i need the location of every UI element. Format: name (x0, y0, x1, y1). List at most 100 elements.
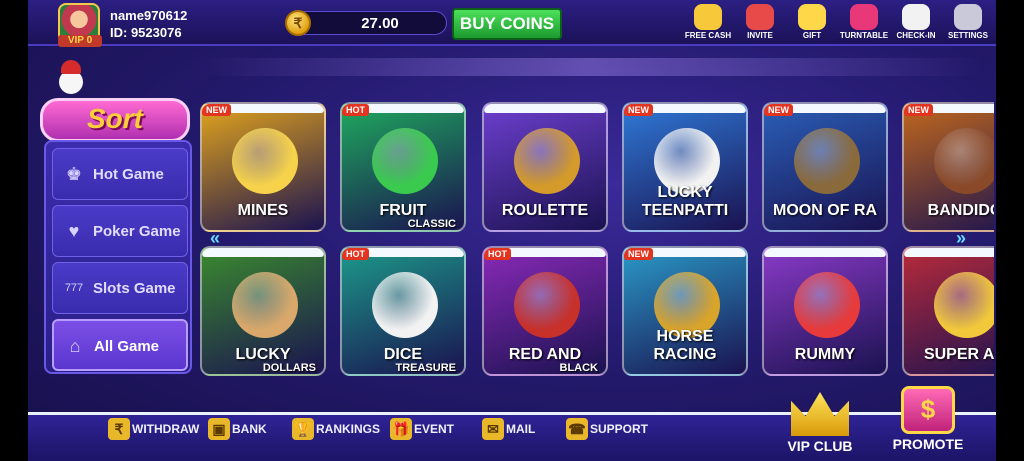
top-icon-label: FREE CASH (684, 31, 732, 40)
sort-item-slots-game[interactable]: 777 Slots Game (52, 262, 188, 314)
top-icon-label: SETTINGS (947, 31, 988, 40)
game-card-bandido[interactable]: NEW BANDIDO (902, 102, 994, 232)
game-name: HORSE RACING (653, 328, 717, 363)
game-subtitle: TREASURE (395, 362, 456, 374)
sort-item-label: Poker Game (93, 223, 181, 240)
top-icon-turntable[interactable]: TURNTABLE (838, 2, 890, 44)
snow-cap (202, 248, 324, 257)
game-name: MINES (237, 202, 289, 219)
scroll-right-icon[interactable]: » (956, 228, 966, 249)
balance-value: 27.00 (361, 15, 399, 32)
game-art-icon (934, 272, 994, 338)
game-name: MOON OF RA (773, 202, 877, 219)
sort-item-all-game[interactable]: ⌂ All Game (52, 319, 188, 371)
all-game-icon: ⌂ (69, 336, 81, 356)
support-icon: ☎ (566, 418, 588, 440)
sort-title: Sort (40, 98, 190, 142)
scroll-left-icon[interactable]: « (210, 228, 220, 249)
game-subtitle: CLASSIC (407, 218, 456, 230)
game-tag-badge: NEW (764, 104, 793, 116)
top-icons: FREE CASH INVITE GIFT TURNTABLE CHECK-IN SETT… (682, 2, 994, 44)
buy-coins-button[interactable]: BUY COINS (452, 8, 562, 40)
top-icon-settings[interactable]: SETTINGS (942, 2, 994, 44)
sort-item-label: All Game (94, 338, 160, 355)
game-card-moon-of-ra[interactable]: NEW MOON OF RA (762, 102, 888, 232)
username: name970612 (110, 8, 188, 23)
game-art-icon (372, 272, 438, 338)
game-art-icon (372, 128, 438, 194)
game-art-icon (232, 128, 298, 194)
game-card-lucky-teenpatti[interactable]: NEW LUCKY TEENPATTI (622, 102, 748, 232)
game-name: RUMMY (794, 346, 856, 363)
snowman-icon (55, 60, 87, 96)
event-icon: 🎁 (390, 418, 412, 440)
sort-item-hot-game[interactable]: ♚ Hot Game (52, 148, 188, 200)
hot-game-icon: ♚ (65, 164, 83, 184)
game-subtitle: DOLLARS (262, 362, 316, 374)
bottom-nav-bank[interactable]: ▣ BANK (208, 418, 267, 458)
top-icon-free-cash[interactable]: FREE CASH (682, 2, 734, 44)
game-tag-badge: HOT (342, 248, 369, 260)
top-icon-check-in[interactable]: CHECK-IN (890, 2, 942, 44)
top-icon-label: CHECK-IN (896, 31, 936, 40)
game-card-mines[interactable]: NEW MINES (200, 102, 326, 232)
game-tag-badge: HOT (484, 248, 511, 260)
game-card-super-ac[interactable]: SUPER AC (902, 246, 994, 376)
game-name: ROULETTE (501, 202, 589, 219)
bottom-nav-support[interactable]: ☎ SUPPORT (566, 418, 648, 458)
bank-icon: ▣ (208, 418, 230, 440)
sort-item-label: Hot Game (93, 166, 164, 183)
left-border (0, 0, 28, 461)
game-art-icon (934, 128, 994, 194)
game-name: SUPER AC (923, 346, 994, 363)
bottom-nav-label: BANK (232, 422, 267, 436)
settings-icon (954, 4, 982, 30)
vip-club-label: VIP CLUB (787, 438, 853, 454)
game-card-horse-racing[interactable]: NEW HORSE RACING (622, 246, 748, 376)
sort-item-label: Slots Game (93, 280, 176, 297)
vip-badge: VIP 0 (58, 35, 102, 47)
snow-cap (764, 248, 886, 257)
bottom-nav-mail[interactable]: ✉ MAIL (482, 418, 535, 458)
game-art-icon (514, 272, 580, 338)
game-card-dice[interactable]: HOT DICE TREASURE (340, 246, 466, 376)
bottom-nav-label: WITHDRAW (132, 422, 200, 436)
game-tag-badge: NEW (624, 248, 653, 260)
top-icon-invite[interactable]: INVITE (734, 2, 786, 44)
bottom-nav-label: MAIL (506, 422, 536, 436)
user-id: ID: 9523076 (110, 25, 182, 40)
free-cash-icon (694, 4, 722, 30)
bottom-nav-withdraw[interactable]: ₹ WITHDRAW (108, 418, 199, 458)
gift-icon (798, 4, 826, 30)
crown-icon (791, 392, 849, 436)
promote-button[interactable]: $ PROMOTE (880, 386, 976, 461)
game-tag-badge: NEW (904, 104, 933, 116)
sort-item-poker-game[interactable]: ♥ Poker Game (52, 205, 188, 257)
bottom-nav-event[interactable]: 🎁 EVENT (390, 418, 454, 458)
snow-cap (904, 248, 994, 257)
game-card-rummy[interactable]: RUMMY (762, 246, 888, 376)
top-icon-label: TURNTABLE (839, 31, 889, 40)
check-in-icon (902, 4, 930, 30)
game-art-icon (794, 272, 860, 338)
game-name: BANDIDO (927, 202, 994, 219)
game-card-lucky[interactable]: LUCKY DOLLARS (200, 246, 326, 376)
game-card-roulette[interactable]: ROULETTE (482, 102, 608, 232)
top-icon-label: INVITE (747, 31, 773, 40)
decorative-stripe (200, 58, 980, 76)
sort-panel: ♚ Hot Game ♥ Poker Game 777 Slots Game ⌂ All Ga… (44, 140, 192, 374)
bottom-nav-rankings[interactable]: 🏆 RANKINGS (292, 418, 380, 458)
game-card-fruit[interactable]: HOT FRUIT CLASSIC (340, 102, 466, 232)
game-subtitle: BLACK (559, 362, 599, 374)
games-grid: NEW MINES HOT FRUIT CLASSIC ROULETTE NEW LUCKY … (198, 96, 994, 382)
top-icon-label: GIFT (802, 31, 822, 40)
game-art-icon (232, 272, 298, 338)
top-icon-gift[interactable]: GIFT (786, 2, 838, 44)
game-card-red-and[interactable]: HOT RED AND BLACK (482, 246, 608, 376)
rankings-icon: 🏆 (292, 418, 314, 440)
turntable-icon (850, 4, 878, 30)
promote-icon: $ (901, 386, 955, 434)
bottom-nav-label: SUPPORT (590, 422, 649, 436)
withdraw-icon: ₹ (108, 418, 130, 440)
vip-club-button[interactable]: VIP CLUB (770, 392, 870, 461)
